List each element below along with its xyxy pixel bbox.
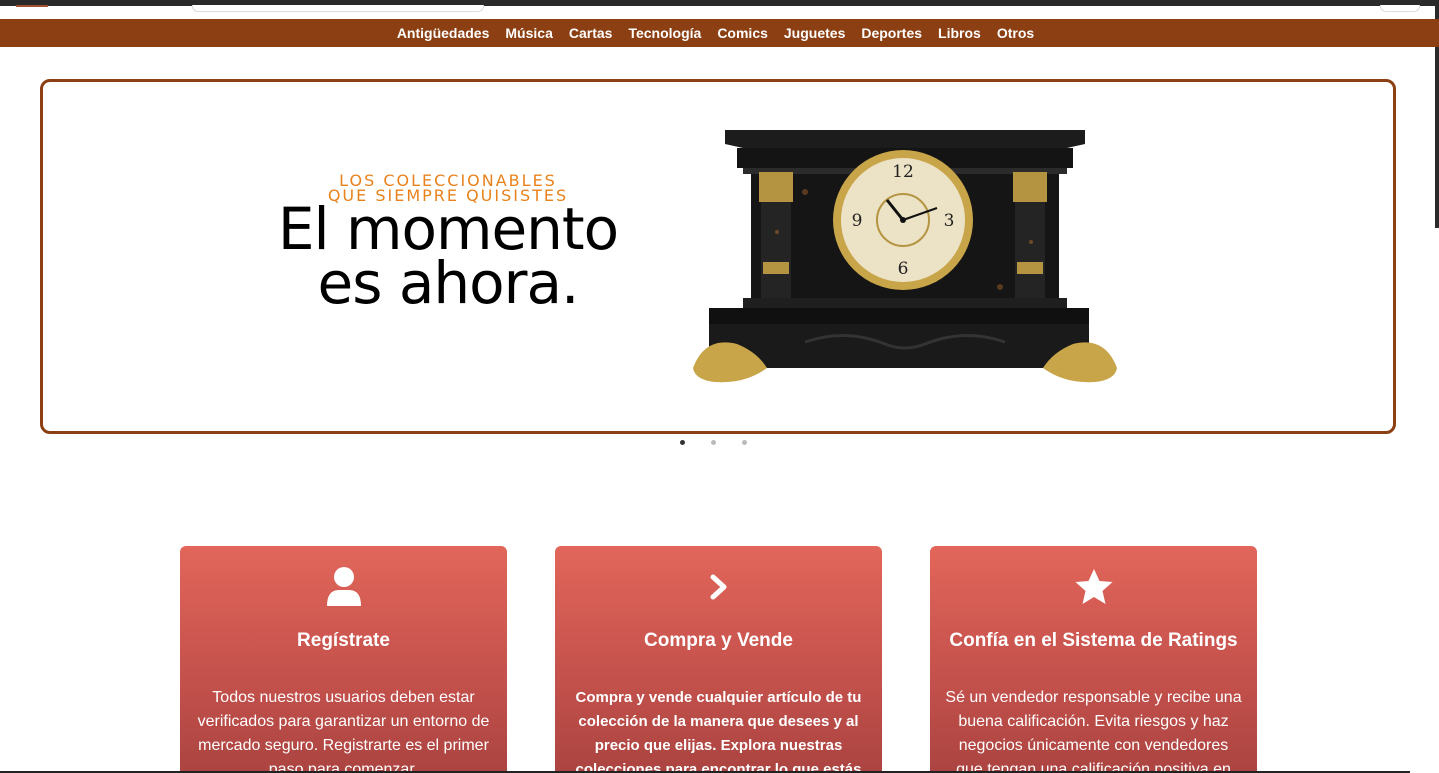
card-title: Regístrate <box>297 630 390 651</box>
category-link-comics[interactable]: Comics <box>717 25 768 41</box>
feature-card-buy-sell: Compra y Vende Compra y vende cualquier … <box>555 546 882 773</box>
carousel-dot[interactable] <box>742 440 747 445</box>
category-link-antiguedades[interactable]: Antigüedades <box>397 25 490 41</box>
mantel-clock-image: 12 3 6 9 <box>693 130 1117 383</box>
svg-text:6: 6 <box>898 259 909 279</box>
feature-card-ratings: Confía en el Sistema de Ratings Sé un ve… <box>930 546 1257 773</box>
category-link-cartas[interactable]: Cartas <box>569 25 613 41</box>
carousel-dot[interactable] <box>680 440 685 445</box>
hero-headline-line: El momento <box>277 195 619 263</box>
logo[interactable] <box>16 5 48 7</box>
header-button[interactable] <box>1380 5 1420 12</box>
category-link-deportes[interactable]: Deportes <box>861 25 922 41</box>
card-title: Compra y Vende <box>644 630 793 651</box>
hero-headline-line: es ahora. <box>317 249 580 317</box>
svg-text:3: 3 <box>944 211 955 231</box>
carousel-dot[interactable] <box>711 440 716 445</box>
category-link-tecnologia[interactable]: Tecnología <box>628 25 701 41</box>
chevron-right-icon <box>555 566 882 608</box>
category-nav: Antigüedades Música Cartas Tecnología Co… <box>0 19 1439 47</box>
feature-card-register: Regístrate Todos nuestros usuarios deben… <box>180 546 507 773</box>
card-title: Confía en el Sistema de Ratings <box>949 630 1238 651</box>
star-icon <box>930 566 1257 608</box>
category-link-juguetes[interactable]: Juguetes <box>784 25 845 41</box>
card-text: Sé un vendedor responsable y recibe una … <box>945 689 1242 773</box>
top-header-remnant <box>0 0 1439 12</box>
category-link-musica[interactable]: Música <box>505 25 552 41</box>
hero-headline: El momento es ahora. <box>223 195 673 317</box>
svg-text:12: 12 <box>892 162 914 182</box>
svg-text:9: 9 <box>852 211 863 231</box>
user-icon <box>180 566 507 608</box>
category-link-libros[interactable]: Libros <box>938 25 981 41</box>
card-text: Todos nuestros usuarios deben estar veri… <box>197 689 490 773</box>
carousel-indicators <box>680 440 747 445</box>
hero-banner[interactable]: LOS COLECCIONABLES QUE SIEMPRE QUISISTES… <box>40 79 1396 434</box>
category-link-otros[interactable]: Otros <box>997 25 1034 41</box>
search-input[interactable] <box>192 5 484 12</box>
card-text: Compra y vende cualquier artículo de tu … <box>575 689 862 773</box>
